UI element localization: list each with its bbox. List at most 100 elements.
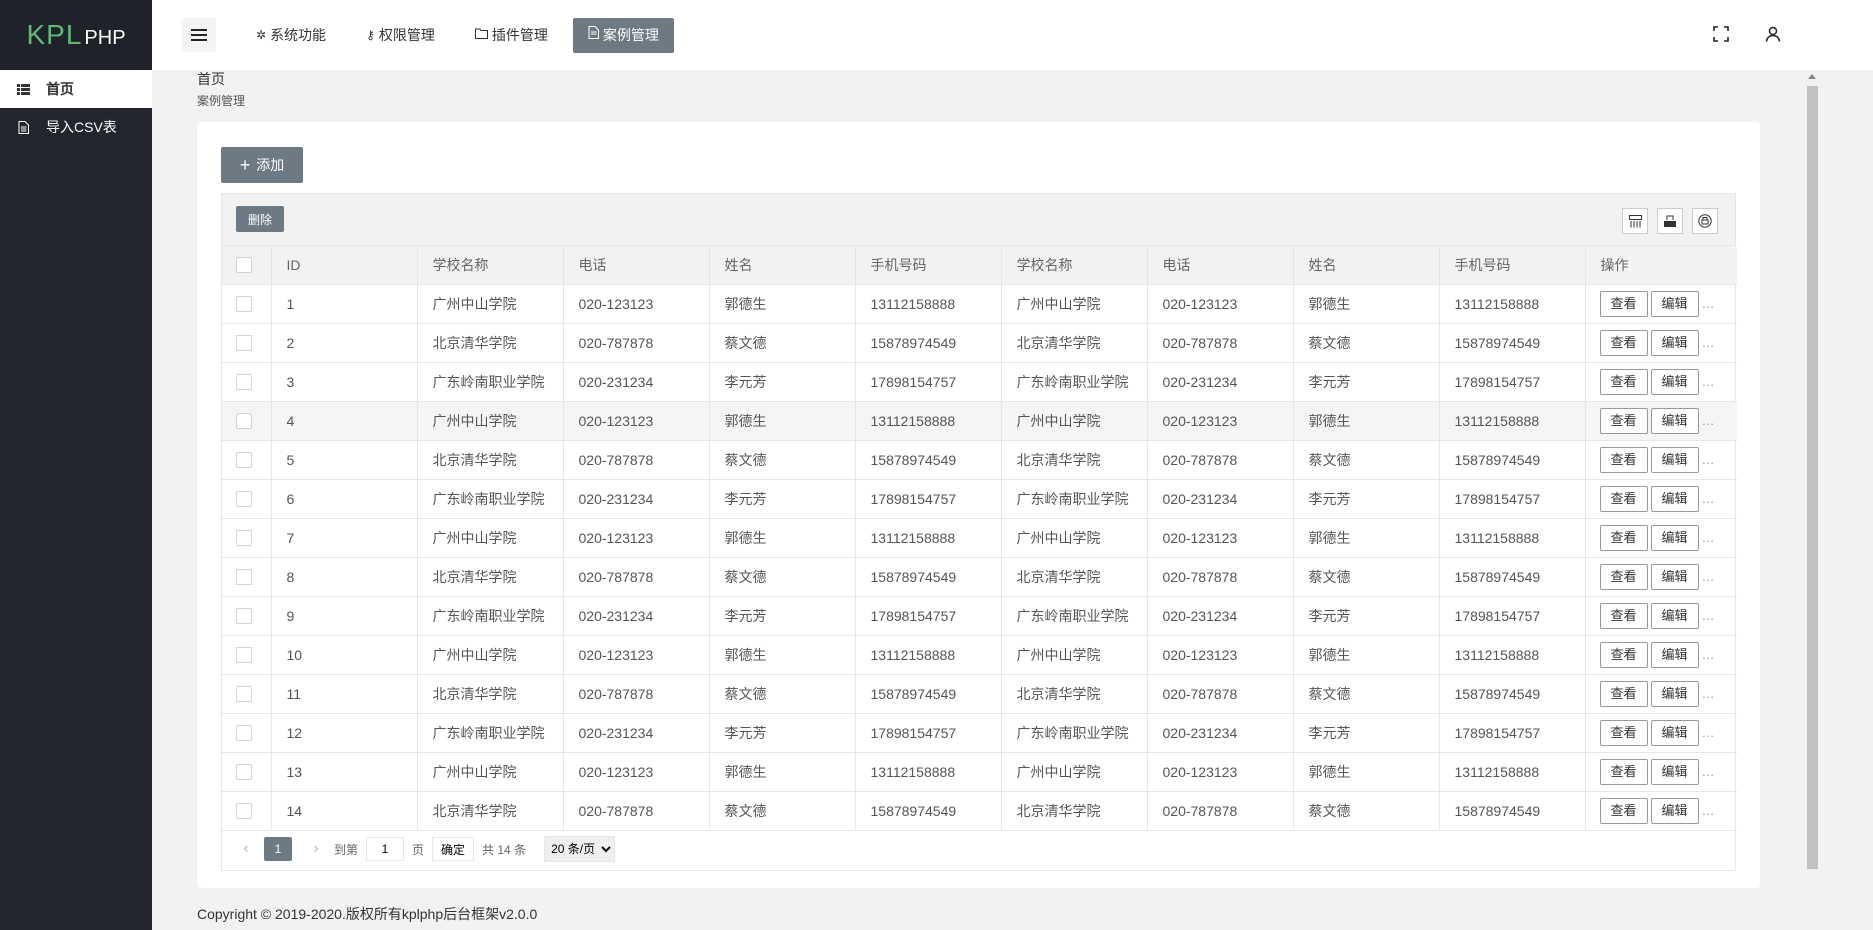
- menu-toggle-button[interactable]: [182, 18, 216, 52]
- view-button[interactable]: 查看: [1599, 407, 1648, 434]
- table-row[interactable]: 1 广州中山学院 020-123123 郭德生 13112158888 广州中山学院 020…: [222, 284, 1737, 324]
- table-row[interactable]: 5 北京清华学院 020-787878 蔡文德 15878974549 北京清华学院 020…: [222, 440, 1737, 480]
- export-icon[interactable]: [1657, 208, 1683, 234]
- view-button[interactable]: 查看: [1599, 368, 1648, 395]
- more-actions-icon[interactable]: …: [1702, 725, 1715, 740]
- edit-button[interactable]: 编辑: [1650, 485, 1699, 512]
- edit-button[interactable]: 编辑: [1650, 563, 1699, 590]
- table-row[interactable]: 7 广州中山学院 020-123123 郭德生 13112158888 广州中山学院 020…: [222, 518, 1737, 558]
- more-actions-icon[interactable]: …: [1702, 335, 1715, 350]
- row-checkbox[interactable]: [236, 686, 252, 703]
- column-header[interactable]: 手机号码: [1439, 246, 1586, 285]
- next-page-button[interactable]: ›: [306, 840, 326, 858]
- column-header[interactable]: 姓名: [709, 246, 856, 285]
- page-size-select[interactable]: 20 条/页: [544, 836, 616, 862]
- edit-button[interactable]: 编辑: [1650, 524, 1699, 551]
- sidebar-item-import-csv[interactable]: 导入CSV表: [0, 108, 152, 146]
- view-button[interactable]: 查看: [1599, 641, 1648, 668]
- edit-button[interactable]: 编辑: [1650, 641, 1699, 668]
- columns-icon[interactable]: [1622, 208, 1648, 234]
- delete-button[interactable]: 删除: [236, 206, 284, 232]
- more-actions-icon[interactable]: …: [1702, 569, 1715, 584]
- tab-permission-management[interactable]: ⚷ 权限管理: [351, 18, 450, 53]
- row-checkbox[interactable]: [236, 491, 252, 508]
- column-header[interactable]: ID: [271, 246, 418, 285]
- table-row[interactable]: 12 广东岭南职业学院 020-231234 李元芳 17898154757 广东岭南职业…: [222, 713, 1737, 753]
- scroll-up-arrow-icon[interactable]: [1808, 74, 1816, 79]
- table-row[interactable]: 8 北京清华学院 020-787878 蔡文德 15878974549 北京清华学院 020…: [222, 557, 1737, 597]
- user-icon[interactable]: [1763, 24, 1783, 44]
- more-actions-icon[interactable]: …: [1702, 608, 1715, 623]
- column-header[interactable]: 手机号码: [855, 246, 1002, 285]
- more-actions-icon[interactable]: …: [1702, 374, 1715, 389]
- more-actions-icon[interactable]: …: [1702, 647, 1715, 662]
- more-actions-icon[interactable]: …: [1702, 530, 1715, 545]
- row-checkbox[interactable]: [236, 803, 252, 820]
- edit-button[interactable]: 编辑: [1650, 446, 1699, 473]
- row-checkbox[interactable]: [236, 452, 252, 469]
- scrollbar-thumb[interactable]: [1807, 86, 1818, 869]
- more-actions-icon[interactable]: …: [1702, 803, 1715, 818]
- edit-button[interactable]: 编辑: [1650, 758, 1699, 785]
- current-page[interactable]: 1: [264, 837, 292, 861]
- view-button[interactable]: 查看: [1599, 290, 1648, 317]
- column-header[interactable]: 学校名称: [1001, 246, 1148, 285]
- prev-page-button[interactable]: ‹: [236, 840, 256, 858]
- edit-button[interactable]: 编辑: [1650, 680, 1699, 707]
- row-checkbox[interactable]: [236, 413, 252, 430]
- add-button[interactable]: + 添加: [221, 147, 303, 183]
- view-button[interactable]: 查看: [1599, 797, 1648, 824]
- table-row[interactable]: 14 北京清华学院 020-787878 蔡文德 15878974549 北京清华学院 02…: [222, 791, 1737, 831]
- tab-system-functions[interactable]: ✲ 系统功能: [241, 18, 341, 53]
- column-header[interactable]: 电话: [563, 246, 710, 285]
- more-actions-icon[interactable]: …: [1702, 452, 1715, 467]
- table-row[interactable]: 11 北京清华学院 020-787878 蔡文德 15878974549 北京清华学院 02…: [222, 674, 1737, 714]
- view-button[interactable]: 查看: [1599, 758, 1648, 785]
- column-header[interactable]: 电话: [1147, 246, 1294, 285]
- tab-case-management[interactable]: 案例管理: [572, 18, 674, 53]
- more-actions-icon[interactable]: …: [1702, 491, 1715, 506]
- column-header[interactable]: 学校名称: [417, 246, 564, 285]
- table-row[interactable]: 3 广东岭南职业学院 020-231234 李元芳 17898154757 广东岭南职业学…: [222, 362, 1737, 402]
- print-icon[interactable]: [1692, 208, 1718, 234]
- view-button[interactable]: 查看: [1599, 446, 1648, 473]
- column-header[interactable]: 姓名: [1293, 246, 1440, 285]
- edit-button[interactable]: 编辑: [1650, 407, 1699, 434]
- edit-button[interactable]: 编辑: [1650, 602, 1699, 629]
- table-row[interactable]: 10 广州中山学院 020-123123 郭德生 13112158888 广州中山学院 02…: [222, 635, 1737, 675]
- row-checkbox[interactable]: [236, 764, 252, 781]
- row-checkbox[interactable]: [236, 569, 252, 586]
- more-actions-icon[interactable]: …: [1702, 296, 1715, 311]
- view-button[interactable]: 查看: [1599, 602, 1648, 629]
- goto-confirm-button[interactable]: 确定: [432, 837, 475, 861]
- table-row[interactable]: 4 广州中山学院 020-123123 郭德生 13112158888 广州中山学院 020…: [222, 401, 1737, 441]
- row-checkbox[interactable]: [236, 647, 252, 664]
- edit-button[interactable]: 编辑: [1650, 290, 1699, 317]
- view-button[interactable]: 查看: [1599, 680, 1648, 707]
- view-button[interactable]: 查看: [1599, 719, 1648, 746]
- table-row[interactable]: 2 北京清华学院 020-787878 蔡文德 15878974549 北京清华学院 020…: [222, 323, 1737, 363]
- row-checkbox[interactable]: [236, 725, 252, 742]
- row-checkbox[interactable]: [236, 374, 252, 391]
- row-checkbox[interactable]: [236, 608, 252, 625]
- table-row[interactable]: 9 广东岭南职业学院 020-231234 李元芳 17898154757 广东岭南职业学…: [222, 596, 1737, 636]
- view-button[interactable]: 查看: [1599, 485, 1648, 512]
- tab-plugin-management[interactable]: 插件管理: [460, 18, 563, 53]
- table-row[interactable]: 13 广州中山学院 020-123123 郭德生 13112158888 广州中山学院 02…: [222, 752, 1737, 792]
- more-actions-icon[interactable]: …: [1702, 764, 1715, 779]
- edit-button[interactable]: 编辑: [1650, 797, 1699, 824]
- edit-button[interactable]: 编辑: [1650, 329, 1699, 356]
- table-row[interactable]: 6 广东岭南职业学院 020-231234 李元芳 17898154757 广东岭南职业学…: [222, 479, 1737, 519]
- goto-page-input[interactable]: [366, 837, 405, 861]
- logo[interactable]: KPL PHP: [0, 0, 152, 70]
- row-checkbox[interactable]: [236, 335, 252, 352]
- view-button[interactable]: 查看: [1599, 329, 1648, 356]
- more-actions-icon[interactable]: …: [1702, 413, 1715, 428]
- view-button[interactable]: 查看: [1599, 524, 1648, 551]
- fullscreen-icon[interactable]: [1711, 24, 1731, 44]
- view-button[interactable]: 查看: [1599, 563, 1648, 590]
- select-all-checkbox[interactable]: [236, 257, 252, 274]
- more-actions-icon[interactable]: …: [1702, 686, 1715, 701]
- edit-button[interactable]: 编辑: [1650, 719, 1699, 746]
- row-checkbox[interactable]: [236, 530, 252, 547]
